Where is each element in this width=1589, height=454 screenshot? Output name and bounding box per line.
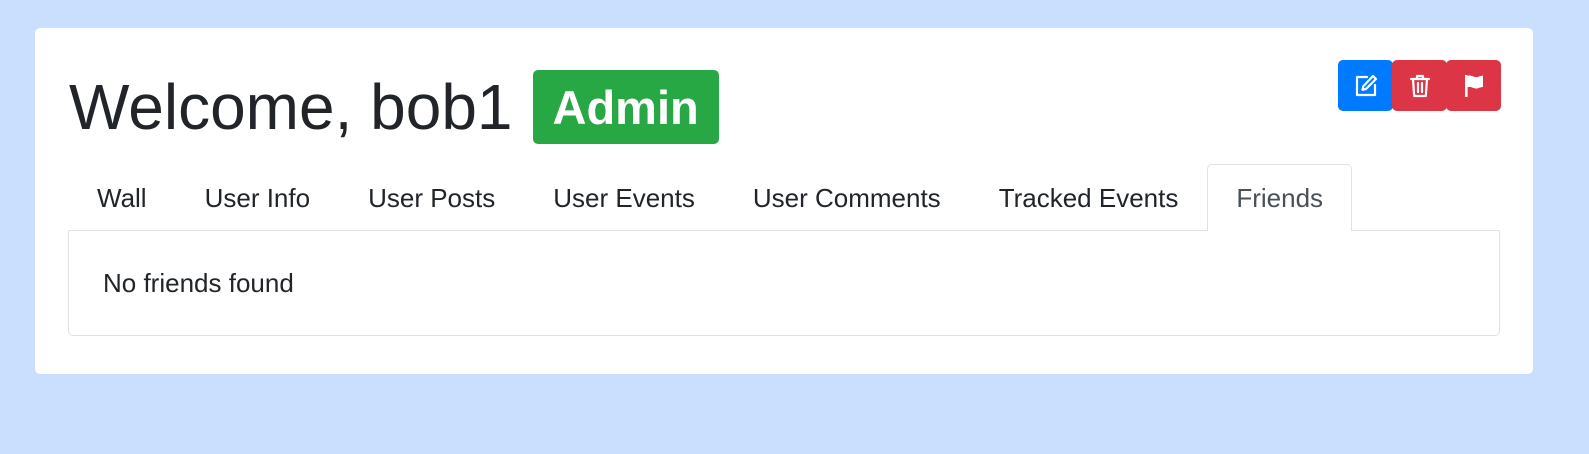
tab-user-info[interactable]: User Info: [176, 165, 340, 230]
role-badge: Admin: [532, 70, 719, 144]
trash-icon: [1409, 74, 1430, 97]
action-button-group: [1338, 60, 1501, 111]
flag-button[interactable]: [1446, 60, 1501, 111]
empty-state-message: No friends found: [103, 268, 294, 298]
tab-wall[interactable]: Wall: [68, 165, 176, 230]
tab-content-friends: No friends found: [68, 230, 1500, 336]
tab-user-events[interactable]: User Events: [524, 165, 724, 230]
tab-user-comments[interactable]: User Comments: [724, 165, 970, 230]
tab-friends[interactable]: Friends: [1207, 164, 1353, 231]
flag-icon: [1464, 74, 1483, 97]
profile-tabs: Wall User Info User Posts User Events Us…: [68, 164, 1500, 231]
edit-icon: [1355, 74, 1377, 96]
delete-button[interactable]: [1392, 60, 1447, 111]
tab-tracked-events[interactable]: Tracked Events: [970, 165, 1208, 230]
edit-button[interactable]: [1338, 60, 1393, 111]
profile-header: Welcome, bob1 Admin: [69, 70, 719, 144]
profile-card: Welcome, bob1 Admin Wall User Info User …: [35, 28, 1533, 374]
page-title: Welcome, bob1: [69, 71, 513, 143]
tab-user-posts[interactable]: User Posts: [339, 165, 524, 230]
